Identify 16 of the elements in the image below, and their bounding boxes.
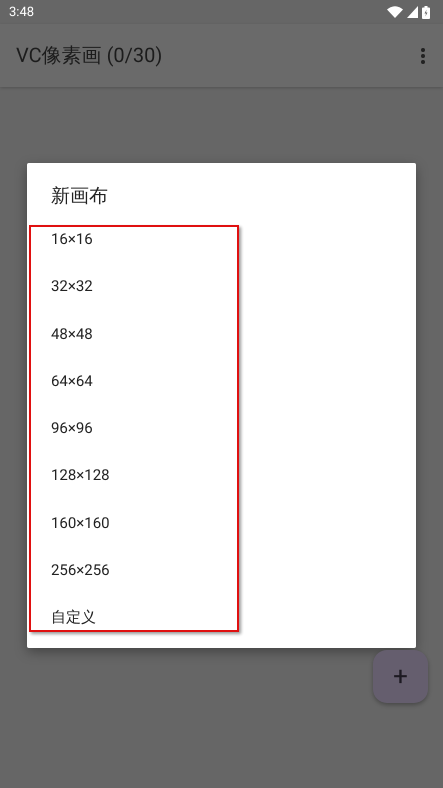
app-title: VC像素画 (0/30) xyxy=(16,42,162,69)
size-option[interactable]: 32×32 xyxy=(27,263,416,311)
size-option[interactable]: 64×64 xyxy=(27,358,416,406)
size-option[interactable]: 160×160 xyxy=(27,500,416,548)
size-option[interactable]: 256×256 xyxy=(27,547,416,594)
size-option[interactable]: 16×16 xyxy=(27,216,416,264)
dialog-title: 新画布 xyxy=(50,183,109,209)
wifi-icon xyxy=(387,6,403,18)
size-option[interactable]: 96×96 xyxy=(27,405,416,452)
status-time: 3:48 xyxy=(9,4,34,20)
size-option[interactable]: 自定义 xyxy=(27,594,416,642)
battery-icon xyxy=(422,6,430,18)
signal-icon xyxy=(407,6,418,18)
size-option[interactable]: 48×48 xyxy=(27,310,416,358)
size-option[interactable]: 128×128 xyxy=(27,452,416,500)
more-icon[interactable] xyxy=(421,48,425,64)
